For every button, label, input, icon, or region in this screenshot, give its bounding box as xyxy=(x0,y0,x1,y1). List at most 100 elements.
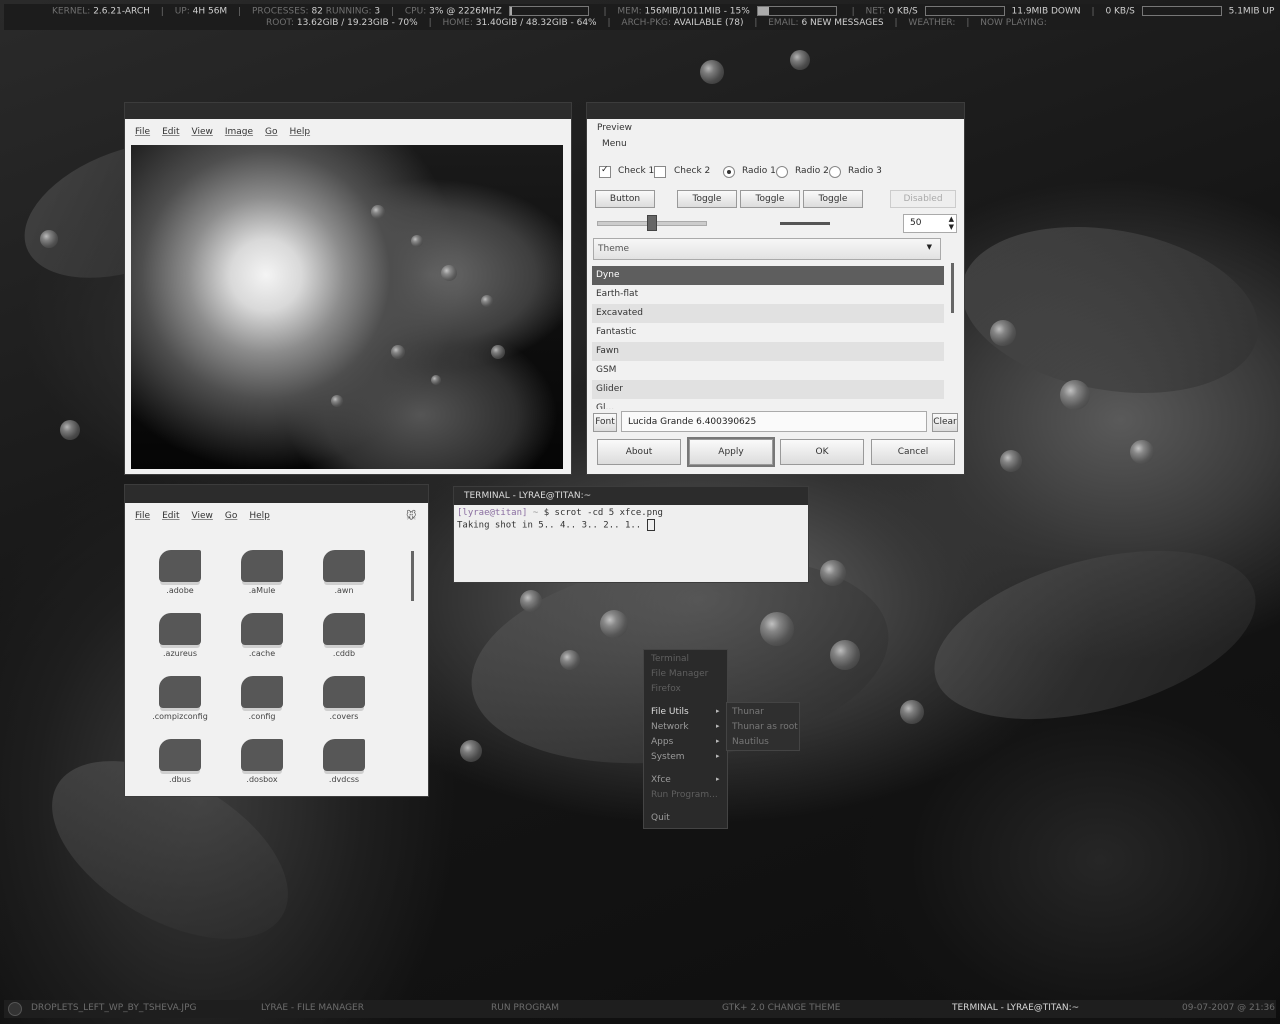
slider-thumb[interactable] xyxy=(647,215,657,231)
folder-item[interactable]: .config xyxy=(227,676,297,721)
folder-icon xyxy=(323,613,365,645)
terminal-titlebar[interactable]: TERMINAL - LYRAE@TITAN:~ xyxy=(454,487,808,505)
submenu-item-thunar-root[interactable]: Thunar as root xyxy=(732,722,798,732)
terminal-prompt-dir: ~ xyxy=(532,508,539,518)
theme-list[interactable]: Dyne Earth-flat Excavated Fantastic Fawn… xyxy=(592,266,944,409)
theme-list-scrollbar[interactable] xyxy=(951,263,954,313)
processes-value: 82 xyxy=(311,6,323,17)
taskbar-item[interactable]: DROPLETS_LEFT_WP_BY_TSHEVA.JPG xyxy=(31,1003,197,1013)
menu-view[interactable]: View xyxy=(192,511,213,521)
separator: | xyxy=(1091,6,1095,17)
menu-help[interactable]: Help xyxy=(290,127,311,137)
file-manager-titlebar[interactable] xyxy=(125,485,428,503)
theme-list-item[interactable]: Excavated xyxy=(592,304,944,323)
menu-item-file-utils[interactable]: File Utils xyxy=(651,707,689,717)
menu-go[interactable]: Go xyxy=(265,127,277,137)
menu-item-system[interactable]: System xyxy=(651,752,685,762)
water-drop xyxy=(600,610,628,638)
theme-list-item[interactable]: Fantastic xyxy=(592,323,944,342)
menu-go[interactable]: Go xyxy=(225,511,237,521)
theme-list-item[interactable]: Earth-flat xyxy=(592,285,944,304)
menu-help[interactable]: Help xyxy=(249,511,270,521)
theme-list-item[interactable]: GSM xyxy=(592,361,944,380)
terminal-command: $ scrot -cd 5 xfce.png xyxy=(543,508,663,518)
menu-item-network[interactable]: Network xyxy=(651,722,689,732)
water-drop xyxy=(60,420,80,440)
menu-view[interactable]: View xyxy=(192,127,213,137)
spin-arrows-icon[interactable]: ▲ ▼ xyxy=(949,215,954,231)
check2-box[interactable] xyxy=(654,166,666,178)
submenu-item-thunar[interactable]: Thunar xyxy=(732,707,764,717)
radio1-label[interactable]: Radio 1 xyxy=(742,166,776,176)
folder-item[interactable]: .azureus xyxy=(145,613,215,658)
check1-label[interactable]: Check 1 xyxy=(618,166,654,176)
water-drop xyxy=(431,375,441,385)
toggle-button-2[interactable]: Toggle xyxy=(740,190,800,208)
menu-edit[interactable]: Edit xyxy=(162,511,179,521)
submenu-item-nautilus[interactable]: Nautilus xyxy=(732,737,769,747)
cpu-value: 3% xyxy=(429,6,444,17)
arch-logo-icon[interactable] xyxy=(8,1002,22,1016)
gtk-theme-titlebar[interactable] xyxy=(587,103,964,119)
theme-list-item[interactable]: Fawn xyxy=(592,342,944,361)
menu-file[interactable]: File xyxy=(135,511,150,521)
image-viewer-titlebar[interactable] xyxy=(125,103,571,119)
folder-item[interactable]: .dosbox xyxy=(227,739,297,784)
folder-item[interactable]: .dbus xyxy=(145,739,215,784)
folder-item[interactable]: .cache xyxy=(227,613,297,658)
radio2-label[interactable]: Radio 2 xyxy=(795,166,829,176)
root-label: ROOT: xyxy=(266,18,294,28)
font-button[interactable]: Font xyxy=(593,413,617,432)
cancel-button[interactable]: Cancel xyxy=(871,439,955,465)
net-up-rate: 0 KB/S xyxy=(1105,6,1135,17)
file-utils-submenu: Thunar Thunar as root Nautilus xyxy=(727,703,799,750)
menu-item-file-manager[interactable]: File Manager xyxy=(651,669,708,679)
menu-item-run-program[interactable]: Run Program... xyxy=(651,790,718,800)
submenu-arrow-icon: ▸ xyxy=(716,722,720,730)
folder-item[interactable]: .awn xyxy=(309,550,379,595)
file-manager-scrollbar[interactable] xyxy=(411,551,414,601)
check2-label[interactable]: Check 2 xyxy=(674,166,710,176)
about-button[interactable]: About xyxy=(597,439,681,465)
toggle-button-3[interactable]: Toggle xyxy=(803,190,863,208)
menu-edit[interactable]: Edit xyxy=(162,127,179,137)
taskbar-item[interactable]: LYRAE - FILE MANAGER xyxy=(261,1003,364,1013)
menu-item-xfce[interactable]: Xfce xyxy=(651,775,671,785)
ok-button[interactable]: OK xyxy=(780,439,864,465)
menu-item-terminal[interactable]: Terminal xyxy=(651,654,689,664)
spin-button[interactable]: 50 ▲ ▼ xyxy=(903,214,957,233)
folder-item[interactable]: .adobe xyxy=(145,550,215,595)
folder-item[interactable]: .covers xyxy=(309,676,379,721)
radio1-button[interactable] xyxy=(723,166,735,178)
taskbar-item-active[interactable]: TERMINAL - LYRAE@TITAN:~ xyxy=(952,1003,1079,1013)
toggle-button-1[interactable]: Toggle xyxy=(677,190,737,208)
radio3-label[interactable]: Radio 3 xyxy=(848,166,882,176)
folder-icon xyxy=(241,676,283,708)
menu-item-apps[interactable]: Apps xyxy=(651,737,673,747)
check1-box[interactable]: ✓ xyxy=(599,165,611,178)
radio3-button[interactable] xyxy=(829,166,841,178)
folder-item[interactable]: .compizconfig xyxy=(145,676,215,721)
clear-button[interactable]: Clear xyxy=(932,413,958,432)
taskbar-item[interactable]: GTK+ 2.0 CHANGE THEME xyxy=(722,1003,841,1013)
font-field[interactable]: Lucida Grande 6.400390625 xyxy=(621,411,927,432)
radio2-button[interactable] xyxy=(776,166,788,178)
taskbar-item[interactable]: RUN PROGRAM xyxy=(491,1003,559,1013)
theme-list-item[interactable]: Glider xyxy=(592,380,944,399)
menu-item-firefox[interactable]: Firefox xyxy=(651,684,681,694)
folder-item[interactable]: .dvdcss xyxy=(309,739,379,784)
theme-list-item[interactable]: Gl... xyxy=(592,399,944,409)
terminal-output[interactable]: [lyrae@titan] ~ $ scrot -cd 5 xfce.png T… xyxy=(457,507,663,532)
clock: 09-07-2007 @ 21:36 xyxy=(1182,1003,1275,1013)
folder-item[interactable]: .cddb xyxy=(309,613,379,658)
apply-button[interactable]: Apply xyxy=(689,439,773,465)
menu-image[interactable]: Image xyxy=(225,127,253,137)
menu-preview[interactable]: Menu xyxy=(602,139,627,149)
menu-file[interactable]: File xyxy=(135,127,150,137)
theme-list-item[interactable]: Dyne xyxy=(592,266,944,285)
flower-photo[interactable] xyxy=(131,145,563,469)
preview-button[interactable]: Button xyxy=(595,190,655,208)
menu-item-quit[interactable]: Quit xyxy=(651,813,670,823)
folder-item[interactable]: .aMule xyxy=(227,550,297,595)
theme-combo[interactable]: Theme ▼ xyxy=(593,238,941,260)
